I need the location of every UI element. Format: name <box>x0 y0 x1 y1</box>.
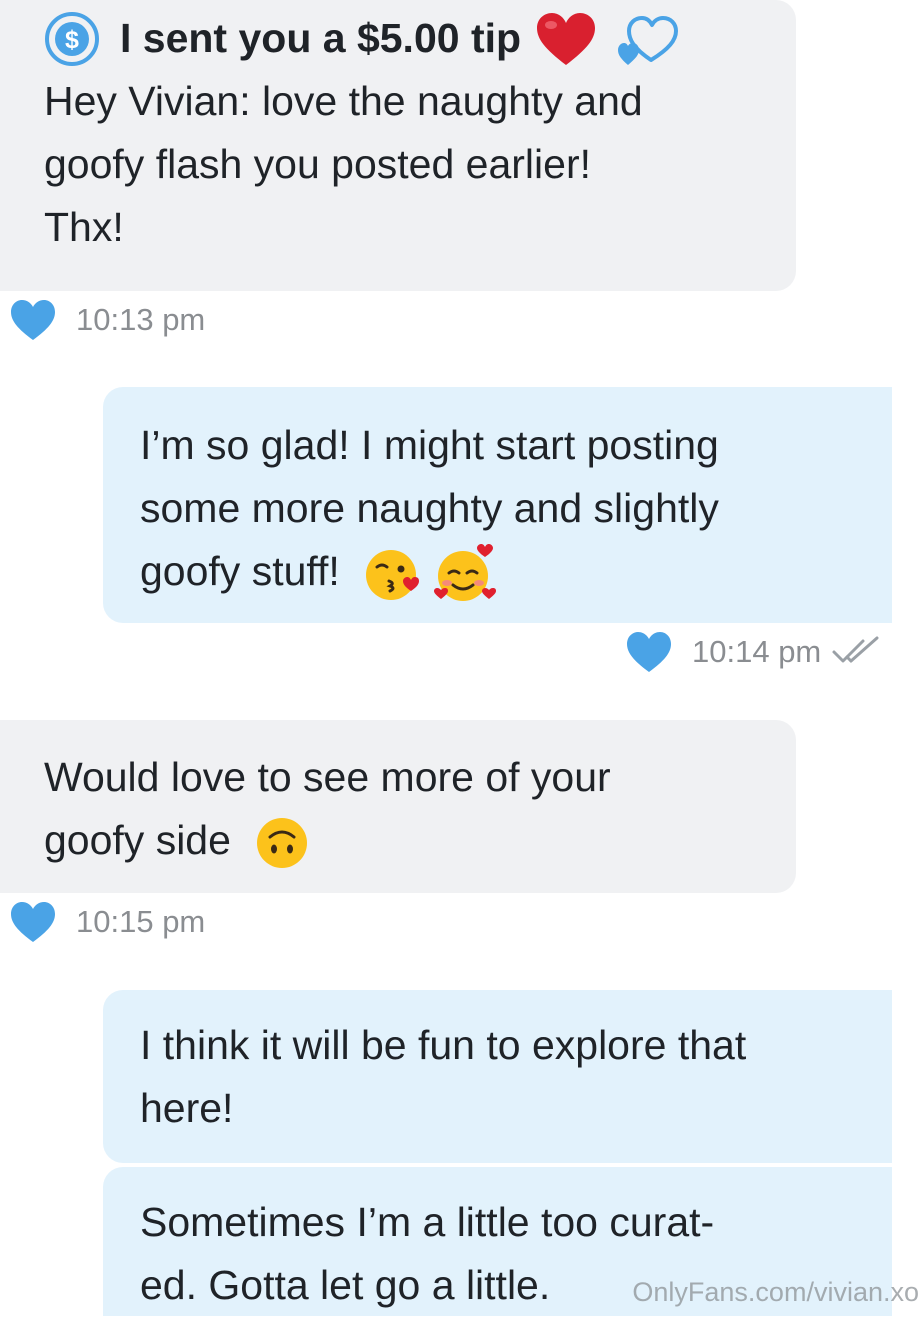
message-bubble-received[interactable]: $ I sent you a $5.00 tip Hey Vivian: lov… <box>0 0 796 291</box>
timestamp: 10:13 pm <box>76 302 206 337</box>
kissing-face-emoji <box>366 550 420 601</box>
message-bubble-received[interactable]: Would love to see more of your goofy sid… <box>0 720 796 893</box>
like-heart-icon[interactable] <box>10 299 56 341</box>
message-text-line: here! <box>140 1085 234 1131</box>
message-text-line: goofy flash you posted earlier! <box>44 141 591 187</box>
double-check-icon <box>832 636 879 663</box>
message-text-line: Thx! <box>44 204 124 250</box>
like-heart-icon[interactable] <box>626 631 672 673</box>
like-heart-icon[interactable] <box>10 901 56 943</box>
message-text-line: some more naughty and slightly <box>140 485 719 531</box>
message-text-line: I’m so glad! I might start posting <box>140 422 719 468</box>
message-text-line: Would love to see more of your <box>44 754 611 800</box>
message-bubble-sent[interactable]: I’m so glad! I might start posting some … <box>103 387 892 623</box>
timestamp: 10:15 pm <box>76 904 206 939</box>
upside-down-face-emoji <box>257 818 308 869</box>
message-meta: 10:15 pm <box>10 900 205 944</box>
red-heart-icon <box>537 12 596 65</box>
message-meta: 10:13 pm <box>10 298 205 342</box>
message-text-line: goofy stuff! <box>140 540 892 605</box>
message-text-line: Sometimes I’m a little too curat- <box>140 1199 715 1245</box>
message-bubble-sent[interactable]: I think it will be fun to explore that h… <box>103 990 892 1163</box>
message-meta: 10:14 pm <box>626 630 883 674</box>
timestamp: 10:14 pm <box>692 634 822 669</box>
svg-text:$: $ <box>65 26 79 54</box>
smiling-face-with-hearts-emoji <box>433 544 496 602</box>
tip-header: $ I sent you a $5.00 tip <box>44 7 796 70</box>
dollar-coin-icon: $ <box>45 11 99 66</box>
watermark: OnlyFans.com/vivian.xo <box>632 1277 919 1307</box>
double-heart-outline-icon <box>618 15 679 65</box>
tip-label: I sent you a $5.00 tip <box>120 15 522 61</box>
message-text-line: Hey Vivian: love the naughty and <box>44 78 643 124</box>
message-text-line: goofy side <box>44 809 796 872</box>
message-text-line: I think it will be fun to explore that <box>140 1022 747 1068</box>
